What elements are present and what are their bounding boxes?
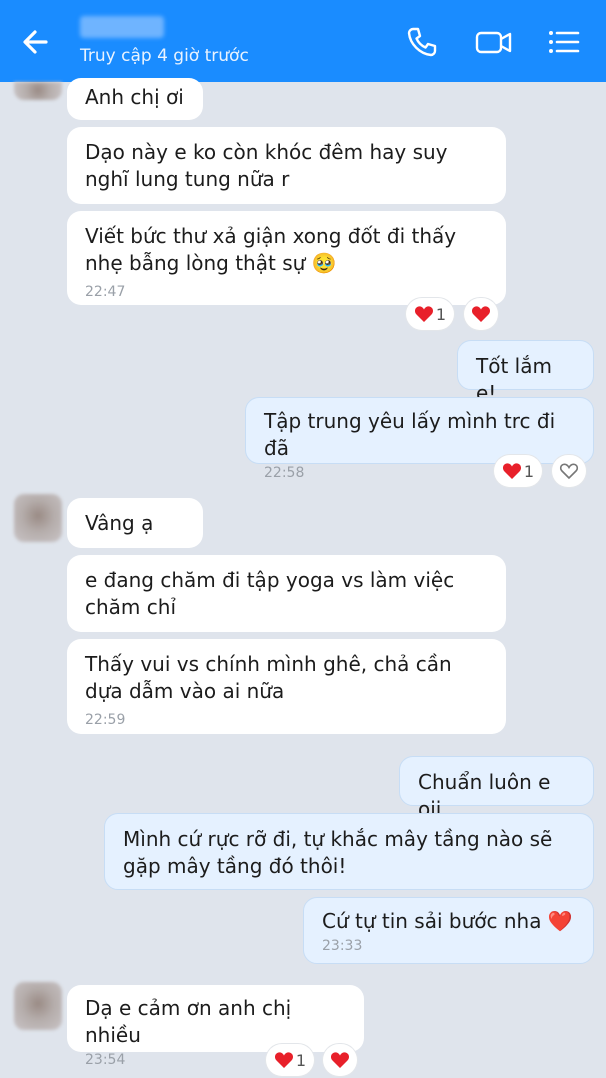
heart-reaction-count[interactable]: 1 <box>266 1044 314 1076</box>
message-text: Dạo này e ko còn khóc đêm hay suy nghĩ l… <box>85 140 448 191</box>
message-text: Viết bức thư xả giận xong đốt đi thấy nh… <box>85 224 457 275</box>
heart-reaction-count[interactable]: 1 <box>406 298 454 330</box>
message-time: 22:59 <box>85 712 126 728</box>
message-bubble[interactable]: Tập trung yêu lấy mình trc đi đã 22:58 <box>245 397 594 481</box>
message-text: Thấy vui vs chính mình ghê, chả cần dựa … <box>85 652 452 703</box>
heart-react-button[interactable] <box>323 1044 357 1076</box>
heart-reaction-count[interactable]: 1 <box>494 455 542 487</box>
message-bubble[interactable]: Dạ e cảm ơn anh chị nhiều 23:54 <box>67 985 364 1068</box>
message-text: Tập trung yêu lấy mình trc đi đã <box>264 409 556 460</box>
message-bubble[interactable]: e đang chăm đi tập yoga vs làm việc chăm… <box>67 555 506 632</box>
message-text: Cứ tự tin sải bước nha ❤️ <box>322 909 573 933</box>
heart-outline-icon <box>559 463 579 480</box>
last-seen-status: Truy cập 4 giờ trước <box>80 46 249 66</box>
chat-header: Truy cập 4 giờ trước <box>0 0 606 82</box>
message-text: Anh chị ơi <box>85 85 184 109</box>
message-text: Dạ e cảm ơn anh chị nhiều <box>85 996 292 1047</box>
sender-avatar[interactable] <box>14 82 62 100</box>
message-time: 23:33 <box>322 938 363 954</box>
heart-react-button[interactable] <box>552 455 586 487</box>
heart-icon <box>274 1052 293 1068</box>
message-bubble[interactable]: Tốt lắm e! <box>457 340 594 405</box>
contact-name-blurred[interactable] <box>80 16 164 38</box>
message-list[interactable]: Anh chị ơi Dạo này e ko còn khóc đêm hay… <box>0 78 606 1078</box>
heart-icon <box>502 463 521 479</box>
heart-react-button[interactable] <box>464 298 498 330</box>
message-bubble[interactable]: Anh chị ơi <box>67 78 203 120</box>
message-text: Vâng ạ <box>85 511 154 535</box>
message-bubble[interactable]: Chuẩn luôn e oii <box>399 756 594 821</box>
message-bubble[interactable]: Viết bức thư xả giận xong đốt đi thấy nh… <box>67 211 506 305</box>
message-bubble[interactable]: Dạo này e ko còn khóc đêm hay suy nghĩ l… <box>67 127 506 204</box>
heart-icon <box>471 306 491 322</box>
message-bubble[interactable]: Cứ tự tin sải bước nha ❤️ 23:33 <box>303 897 594 964</box>
back-arrow-icon[interactable] <box>18 24 54 60</box>
sender-avatar[interactable] <box>14 494 62 542</box>
video-call-icon[interactable] <box>474 24 514 60</box>
message-bubble[interactable]: Mình cứ rực rỡ đi, tự khắc mây tầng nào … <box>104 813 594 890</box>
phone-icon[interactable] <box>404 24 440 60</box>
heart-icon <box>414 306 433 322</box>
message-text: e đang chăm đi tập yoga vs làm việc chăm… <box>85 568 455 619</box>
menu-list-icon[interactable] <box>546 24 582 60</box>
heart-icon <box>330 1052 350 1068</box>
message-bubble[interactable]: Thấy vui vs chính mình ghê, chả cần dựa … <box>67 639 506 734</box>
sender-avatar[interactable] <box>14 982 62 1030</box>
message-text: Mình cứ rực rỡ đi, tự khắc mây tầng nào … <box>123 827 553 878</box>
message-bubble[interactable]: Vâng ạ <box>67 498 203 548</box>
